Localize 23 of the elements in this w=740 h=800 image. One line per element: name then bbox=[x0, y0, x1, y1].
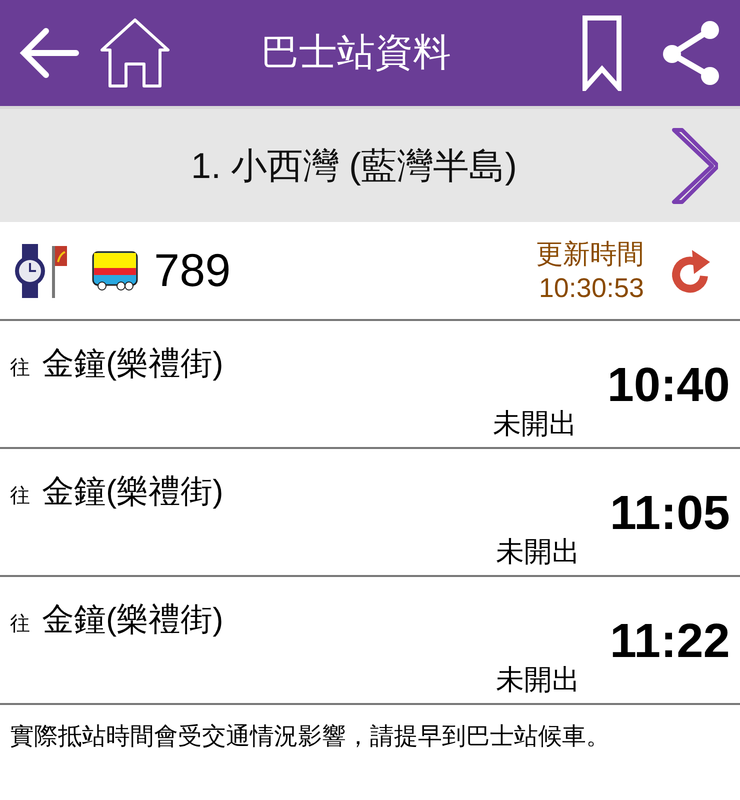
direction-label: 往 bbox=[10, 356, 30, 381]
update-label: 更新時間 bbox=[536, 238, 644, 270]
home-icon[interactable] bbox=[100, 18, 170, 88]
watch-flag-icon bbox=[12, 242, 70, 300]
departure-status: 未開出 bbox=[496, 663, 580, 697]
route-number: 789 bbox=[154, 243, 231, 298]
departure-time: 11:05 bbox=[610, 486, 730, 542]
direction-label: 往 bbox=[10, 484, 30, 509]
share-icon[interactable] bbox=[662, 20, 722, 86]
stop-name: 1. 小西灣 (藍灣半島) bbox=[190, 144, 517, 188]
departure-time: 11:22 bbox=[610, 614, 730, 670]
bookmark-icon[interactable] bbox=[582, 15, 622, 91]
departure-status: 未開出 bbox=[496, 535, 580, 569]
departure-status: 未開出 bbox=[493, 407, 578, 441]
bus-icon bbox=[92, 250, 138, 290]
departure-time: 10:40 bbox=[607, 358, 730, 414]
header-title: 巴士站資料 bbox=[261, 30, 451, 76]
disclaimer-text: 實際抵站時間會受交通情況影響，請提早到巴士站候車。 bbox=[9, 722, 611, 752]
update-time: 10:30:53 bbox=[538, 272, 644, 304]
destination: 金鐘(樂禮街) bbox=[42, 472, 224, 511]
destination: 金鐘(樂禮街) bbox=[42, 600, 224, 639]
destination: 金鐘(樂禮街) bbox=[42, 344, 224, 383]
direction-label: 往 bbox=[10, 612, 30, 637]
